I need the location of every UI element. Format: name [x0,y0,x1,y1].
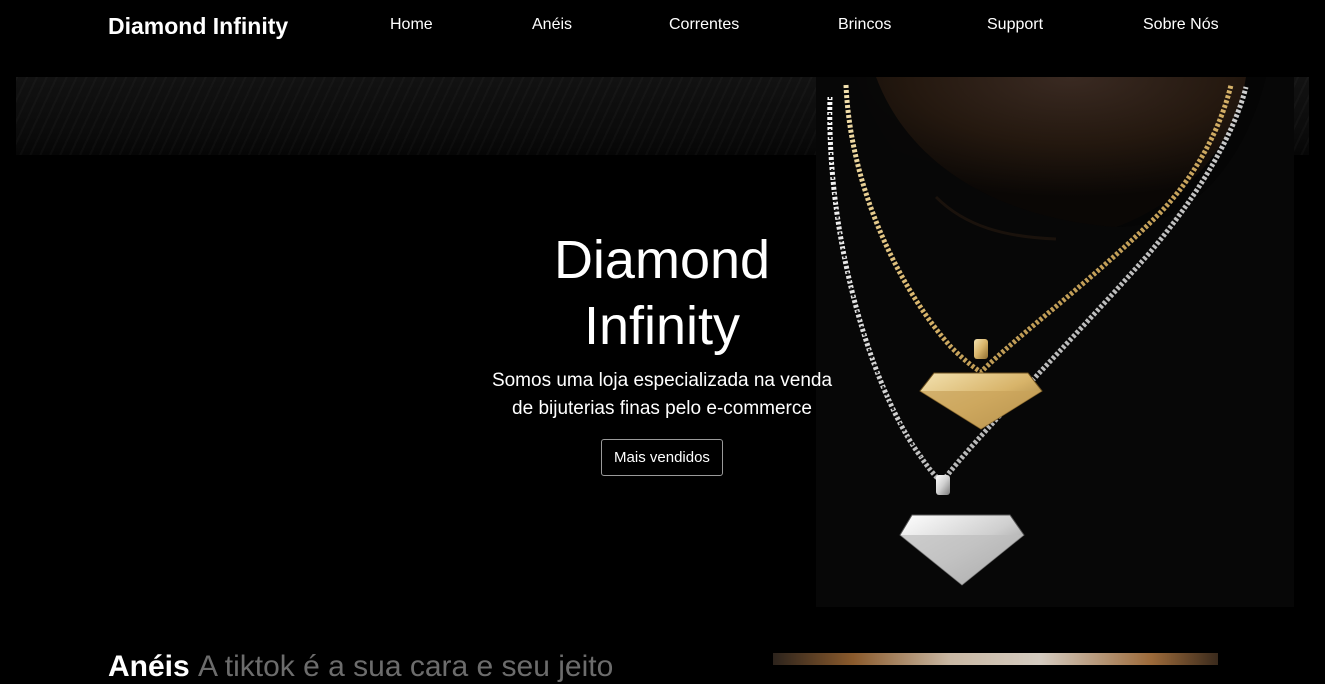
nav-link-correntes[interactable]: Correntes [669,16,739,34]
hero-content: Diamond Infinity Somos uma loja especial… [462,227,862,476]
featured-heading-main: Anéis [108,650,190,683]
best-sellers-button[interactable]: Mais vendidos [601,439,723,476]
nav-link-aneis[interactable]: Anéis [532,16,572,34]
featured-heading-muted: A tiktok é a sua cara e seu jeito [198,650,614,683]
nav-link-brincos[interactable]: Brincos [838,16,891,34]
featured-section-heading: Anéis A tiktok é a sua cara e seu jeito [108,650,613,684]
hero-banner: Diamond Infinity Somos uma loja especial… [16,77,1309,607]
hero-subtitle-line-1: Somos uma loja especializada na venda [491,370,833,391]
necklace-photo [816,77,1294,607]
hero-subtitle: Somos uma loja especializada na venda de… [462,367,862,423]
nav-link-support[interactable]: Support [987,16,1043,34]
hero-title: Diamond Infinity [462,227,862,359]
hero-title-line-2: Infinity [583,296,741,356]
top-navbar: Diamond Infinity Home Anéis Correntes Br… [0,0,1325,56]
nav-link-home[interactable]: Home [390,16,433,34]
hero-subtitle-line-2: de bijuterias finas pelo e-commerce [512,398,812,419]
featured-product-image [773,653,1218,665]
brand-logo[interactable]: Diamond Infinity [108,13,288,40]
hero-title-line-1: Diamond [553,230,771,290]
nav-link-sobre-nos[interactable]: Sobre Nós [1143,16,1219,34]
